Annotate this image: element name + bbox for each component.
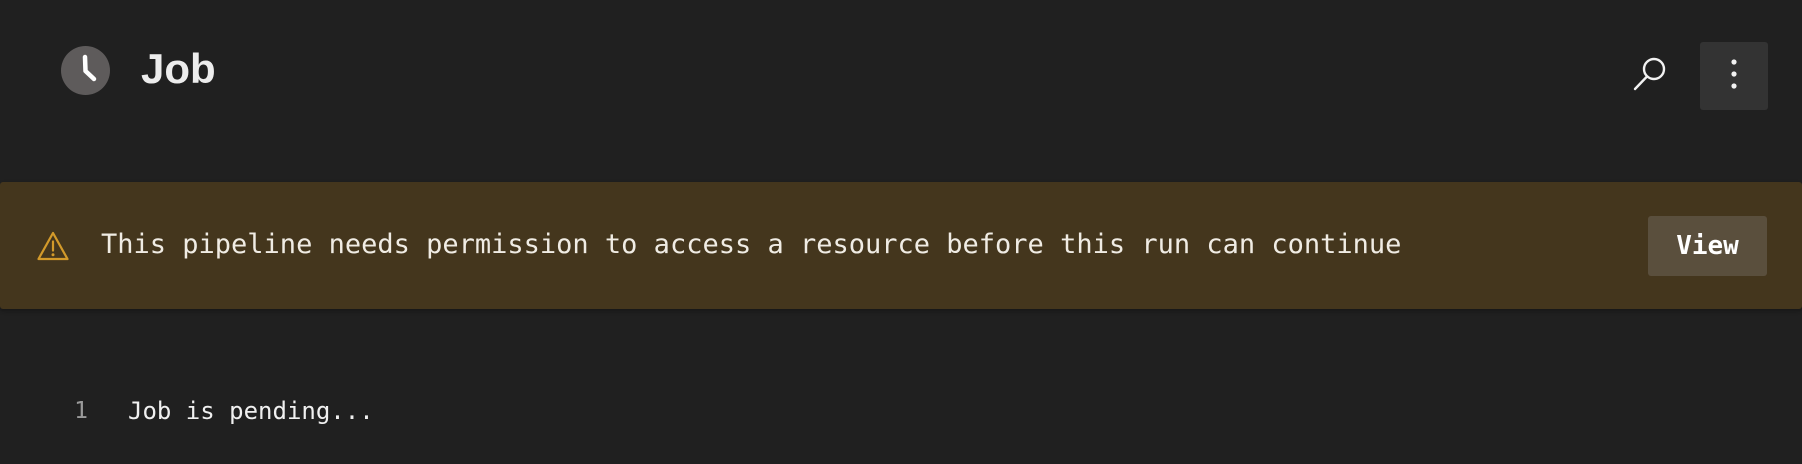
job-header: Job (0, 0, 1802, 140)
warning-icon (37, 231, 69, 261)
view-button[interactable]: View (1648, 216, 1767, 276)
page-title: Job (141, 45, 216, 92)
search-button[interactable] (1624, 52, 1674, 102)
line-number: 1 (74, 398, 88, 424)
log-line: 1 Job is pending... (0, 390, 1802, 430)
log-line-text: Job is pending... (128, 397, 374, 425)
more-vertical-icon (1728, 57, 1740, 96)
log-output: 1 Job is pending... (0, 390, 1802, 430)
clock-icon (61, 46, 110, 95)
banner-message: This pipeline needs permission to access… (101, 229, 1402, 260)
search-icon (1629, 55, 1669, 100)
permission-warning-banner: This pipeline needs permission to access… (0, 182, 1802, 309)
more-actions-button[interactable] (1700, 42, 1768, 110)
